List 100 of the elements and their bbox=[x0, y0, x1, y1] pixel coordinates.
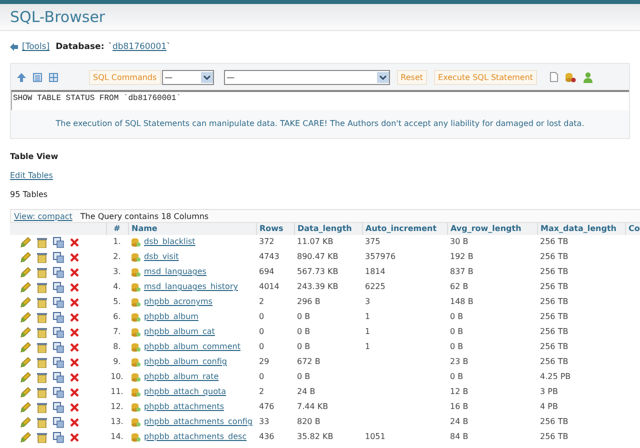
table-icon[interactable] bbox=[53, 282, 64, 292]
table-cell: 4.25 PB bbox=[537, 370, 625, 384]
delete-icon[interactable] bbox=[70, 418, 79, 426]
edit-icon[interactable] bbox=[20, 282, 31, 292]
edit-icon[interactable] bbox=[20, 416, 31, 428]
edit-icon[interactable] bbox=[20, 326, 31, 338]
grid-icon[interactable] bbox=[49, 72, 58, 82]
column-header[interactable]: # bbox=[106, 223, 128, 235]
table-name-link[interactable]: phpbb_album bbox=[144, 310, 198, 324]
table-cell: 5. bbox=[106, 294, 128, 310]
arrow-icon[interactable] bbox=[10, 43, 18, 51]
table-icon[interactable] bbox=[53, 252, 64, 262]
column-header[interactable]: Co bbox=[625, 223, 640, 235]
edit-icon[interactable] bbox=[20, 296, 31, 308]
page-icon[interactable] bbox=[550, 72, 558, 82]
database-icon bbox=[131, 312, 141, 322]
database-link[interactable]: db81760001 bbox=[112, 42, 167, 52]
table-icon[interactable] bbox=[53, 416, 64, 428]
table-icon[interactable] bbox=[53, 386, 64, 398]
table-name-link[interactable]: phpbb_attachments_desc bbox=[144, 430, 247, 444]
table-icon[interactable] bbox=[53, 312, 64, 322]
table-icon[interactable] bbox=[53, 372, 64, 382]
table-cell: 24 B bbox=[447, 414, 537, 430]
table-cell: 13. bbox=[106, 414, 128, 430]
document-icon[interactable] bbox=[33, 72, 42, 82]
table-cell: 2 bbox=[256, 384, 294, 400]
edit-tables-link[interactable]: Edit Tables bbox=[10, 171, 53, 180]
delete-icon[interactable] bbox=[70, 268, 79, 276]
table-name-link[interactable]: dsb_visit bbox=[144, 250, 179, 264]
delete-icon[interactable] bbox=[70, 312, 79, 322]
table-icon[interactable] bbox=[53, 296, 64, 308]
table-cell: 4 PB bbox=[537, 400, 625, 414]
dropdown-icon[interactable] bbox=[200, 72, 213, 82]
table-icon[interactable] bbox=[53, 326, 64, 338]
query-field[interactable]: SHOW TABLE STATUS FROM `db81760001` bbox=[11, 90, 629, 110]
table-cell: 1 bbox=[362, 310, 447, 324]
table-icon[interactable] bbox=[53, 342, 64, 352]
table-name-link[interactable]: phpbb_album_rate bbox=[144, 370, 219, 384]
table-cell: 256 TB bbox=[537, 235, 625, 250]
delete-icon[interactable] bbox=[70, 388, 79, 396]
up-arrow-icon[interactable] bbox=[17, 72, 26, 82]
table-name-link[interactable]: phpbb_attachments bbox=[144, 400, 224, 414]
table-icon[interactable] bbox=[53, 266, 64, 278]
edit-icon[interactable] bbox=[20, 236, 31, 248]
edit-icon[interactable] bbox=[20, 356, 31, 368]
database-icon bbox=[131, 238, 141, 246]
edit-icon[interactable] bbox=[20, 372, 31, 382]
edit-icon[interactable] bbox=[20, 252, 31, 262]
table-name-link[interactable]: phpbb_attach_quota bbox=[144, 385, 226, 399]
table-icon[interactable] bbox=[53, 236, 64, 248]
column-header[interactable]: Avg_row_length bbox=[447, 223, 537, 235]
delete-icon[interactable] bbox=[70, 372, 79, 382]
edit-icon[interactable] bbox=[20, 266, 31, 278]
dropdown-icon[interactable] bbox=[376, 72, 389, 82]
column-header[interactable]: Data_length bbox=[294, 223, 362, 235]
table-name-link[interactable]: phpbb_album_comment bbox=[144, 340, 240, 354]
column-header[interactable]: Name bbox=[128, 223, 256, 235]
table-cell: 567.73 KB bbox=[294, 264, 362, 280]
table-cell: 256 TB bbox=[537, 340, 625, 354]
database-icon bbox=[131, 432, 141, 442]
delete-icon[interactable] bbox=[70, 328, 79, 336]
column-header[interactable]: Rows bbox=[256, 223, 294, 235]
database-icon[interactable] bbox=[565, 72, 576, 82]
table-name-link[interactable]: dsb_blacklist bbox=[144, 235, 196, 249]
view-link[interactable]: View: compact bbox=[14, 212, 72, 220]
table-cell: 890.47 KB bbox=[294, 250, 362, 264]
command-select[interactable]: — bbox=[162, 70, 214, 84]
table-name-link[interactable]: phpbb_acronyms bbox=[144, 295, 212, 309]
delete-icon[interactable] bbox=[70, 342, 79, 352]
table-icon[interactable] bbox=[53, 402, 64, 412]
edit-icon[interactable] bbox=[20, 432, 31, 442]
edit-icon[interactable] bbox=[20, 342, 31, 352]
table-cell: 8. bbox=[106, 340, 128, 354]
delete-icon[interactable] bbox=[70, 358, 79, 366]
column-header[interactable]: Max_data_length bbox=[537, 223, 625, 235]
table-name-link[interactable]: msd_languages_history bbox=[144, 280, 238, 294]
table-cell: 0 B bbox=[294, 310, 362, 324]
delete-icon[interactable] bbox=[70, 252, 79, 262]
delete-icon[interactable] bbox=[70, 282, 79, 292]
table-name-link[interactable]: phpbb_attachments_config bbox=[144, 415, 252, 429]
table-icon[interactable] bbox=[53, 356, 64, 368]
edit-icon[interactable] bbox=[20, 312, 31, 322]
table-cell: 24 B bbox=[294, 384, 362, 400]
table-icon[interactable] bbox=[53, 432, 64, 442]
column-header[interactable]: Auto_increment bbox=[362, 223, 447, 235]
tools-link[interactable]: [Tools] bbox=[22, 42, 50, 52]
database-icon bbox=[131, 372, 141, 382]
delete-icon[interactable] bbox=[70, 238, 79, 246]
table-select[interactable]: — bbox=[224, 70, 390, 84]
edit-icon[interactable] bbox=[20, 402, 31, 412]
delete-icon[interactable] bbox=[70, 298, 79, 306]
table-name-link[interactable]: msd_languages bbox=[144, 265, 206, 279]
edit-icon[interactable] bbox=[20, 386, 31, 398]
table-cell: 0 B bbox=[447, 340, 537, 354]
table-cell: 192 B bbox=[447, 250, 537, 264]
delete-icon[interactable] bbox=[70, 402, 79, 412]
delete-icon[interactable] bbox=[70, 432, 79, 442]
table-name-link[interactable]: phpbb_album_config bbox=[144, 355, 227, 369]
section-title: Table View bbox=[10, 152, 60, 163]
table-name-link[interactable]: phpbb_album_cat bbox=[144, 325, 215, 339]
